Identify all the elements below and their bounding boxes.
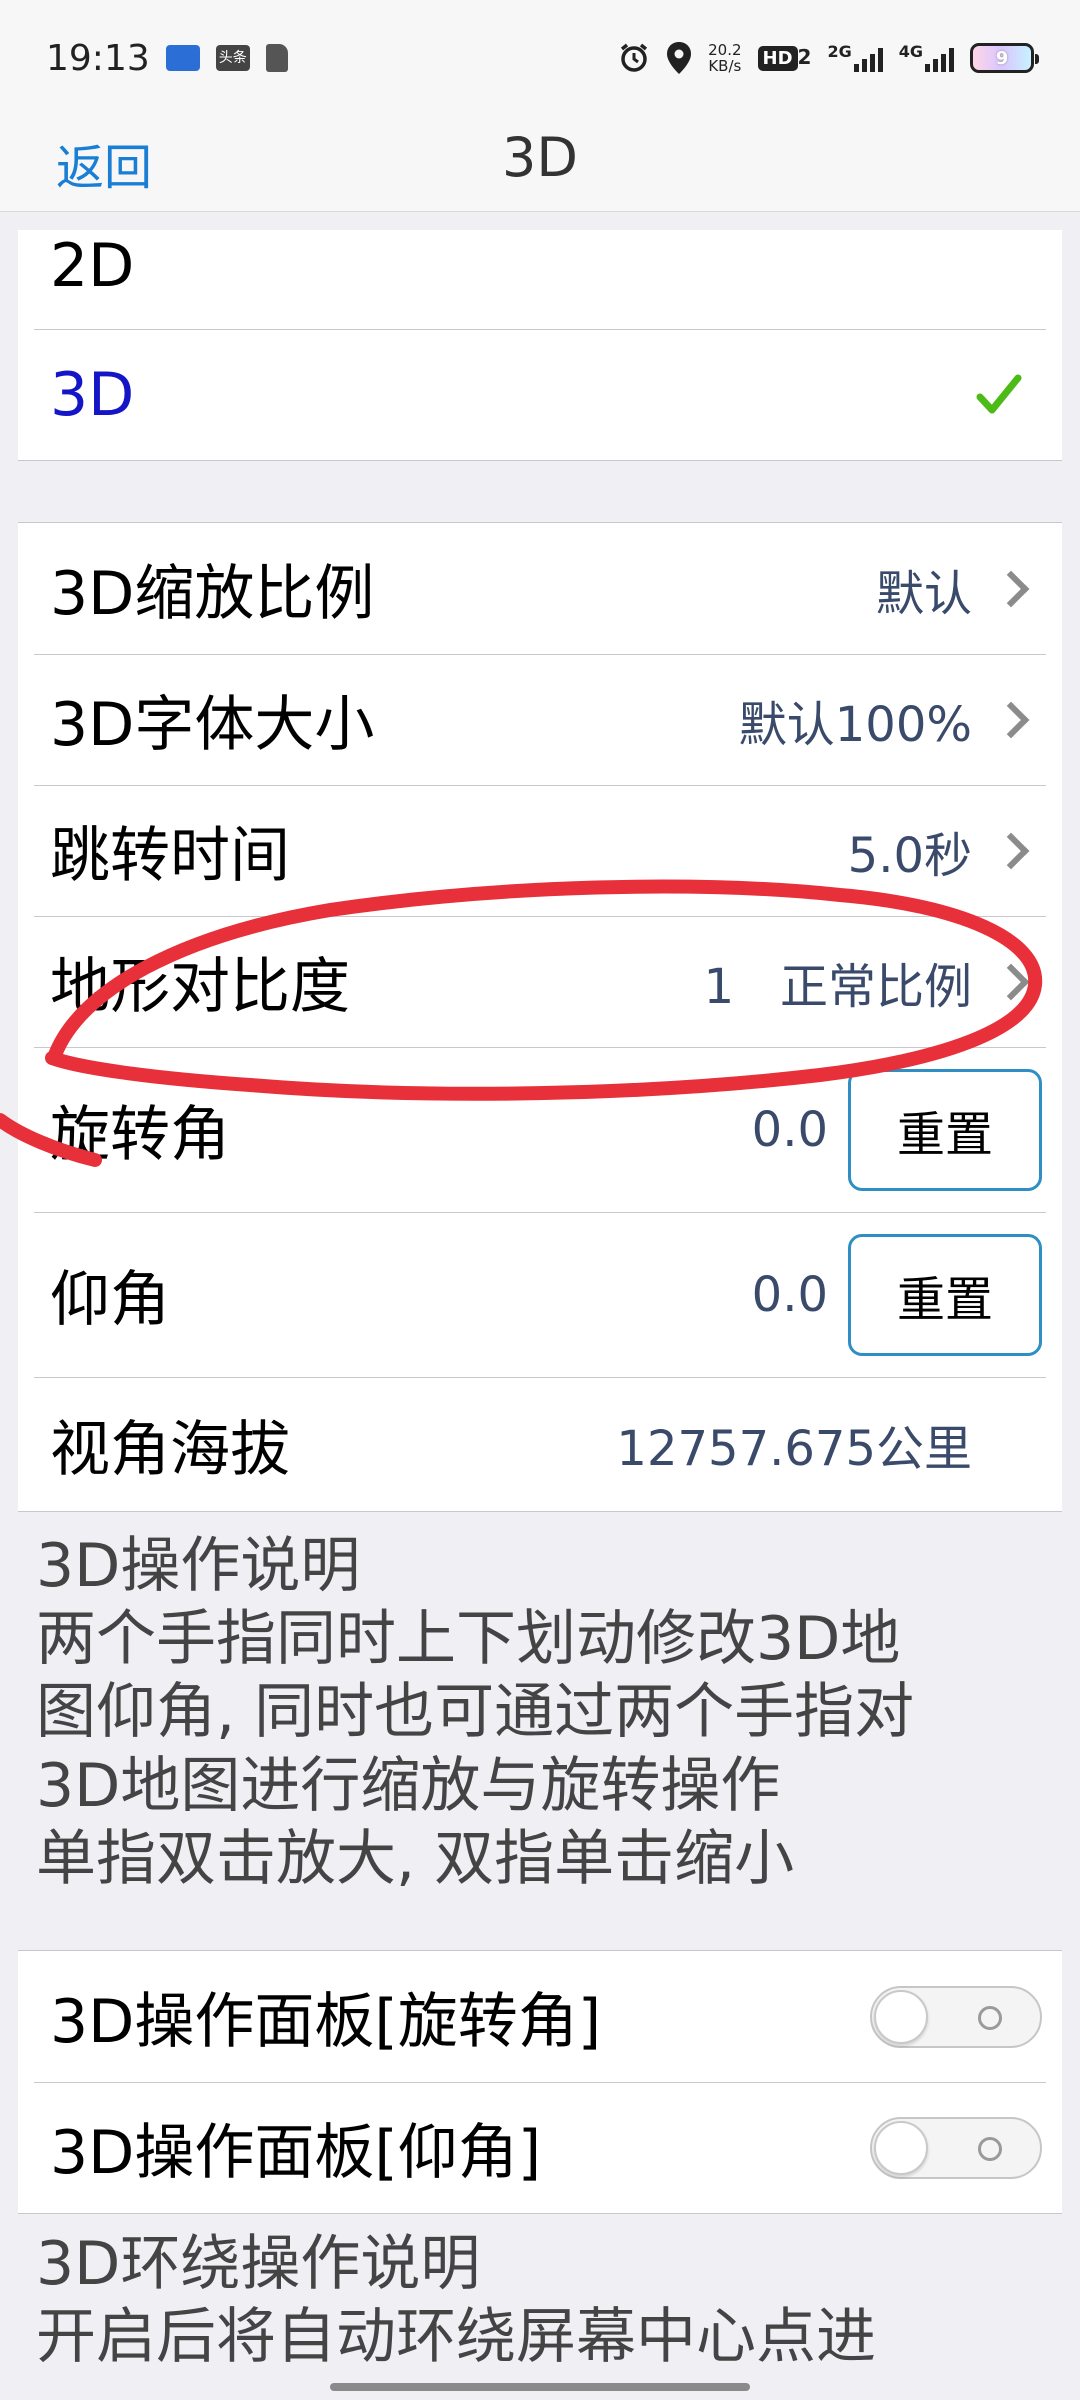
jump-time-row[interactable]: 跳转时间 5.0秒: [18, 785, 1062, 916]
battery-icon: 9: [970, 43, 1039, 73]
orbit-description-title: 3D环绕操作说明: [36, 2229, 481, 2299]
toggle-knob: [874, 1989, 928, 2044]
status-right: 20.2 KB/s HD 2 2G 4G 9: [618, 41, 1039, 75]
home-indicator: [330, 2383, 750, 2391]
car-app-icon: [165, 45, 200, 71]
mode-3d-label: 3D: [50, 359, 135, 430]
chevron-right-icon: [992, 701, 1030, 738]
location-icon: [667, 42, 692, 74]
pitch-panel-toggle[interactable]: [870, 2116, 1042, 2179]
settings-group: 3D缩放比例 默认 3D字体大小 默认100% 跳转时间 5.0秒 地形对比度 …: [18, 522, 1062, 1512]
terrain-contrast-row[interactable]: 地形对比度 1 正常比例: [18, 916, 1062, 1047]
page-title: 3D: [502, 126, 578, 189]
mode-2d-row[interactable]: 2D: [18, 230, 1062, 329]
mode-2d-label: 2D: [50, 231, 135, 301]
signal-icon: [925, 46, 954, 72]
checkmark-icon: [976, 374, 1022, 413]
pitch-label: 仰角: [50, 1265, 170, 1335]
signal-2g: 2G: [827, 44, 883, 72]
status-time: 19:13: [46, 37, 150, 79]
chevron-right-icon: [992, 832, 1030, 869]
toggle-off-icon: [978, 2136, 1002, 2161]
pitch-panel-row: 3D操作面板[仰角]: [18, 2082, 1062, 2213]
description-line: 3D地图进行缩放与旋转操作: [36, 1750, 781, 1821]
altitude-row: 视角海拔 12757.675公里: [18, 1377, 1062, 1511]
toggle-knob: [874, 2120, 928, 2175]
scale-label: 3D缩放比例: [50, 559, 375, 629]
mode-3d-row[interactable]: 3D: [18, 329, 1062, 460]
rotation-label: 旋转角: [50, 1100, 230, 1170]
network-speed: 20.2 KB/s: [708, 41, 742, 75]
chevron-right-icon: [992, 570, 1030, 607]
pitch-row: 仰角 0.0 重置: [18, 1212, 1062, 1377]
signal-icon: [853, 46, 883, 72]
jump-time-value: 5.0秒: [847, 827, 972, 884]
scale-row[interactable]: 3D缩放比例 默认: [18, 523, 1062, 654]
chevron-right-icon: [992, 963, 1030, 1000]
scale-value: 默认: [875, 565, 972, 622]
alarm-icon: [621, 43, 648, 72]
orbit-description: 3D环绕操作说明 开启后将自动环绕屏幕中心点进: [36, 2228, 1056, 2374]
hd-voice-badge: HD 2: [757, 46, 811, 71]
rotation-value: 0.0: [751, 1101, 828, 1158]
mode-group: 2D 3D: [18, 230, 1062, 461]
sim-card-icon: [265, 44, 288, 72]
font-size-row[interactable]: 3D字体大小 默认100%: [18, 654, 1062, 785]
pitch-reset-button[interactable]: 重置: [848, 1233, 1042, 1356]
pitch-value: 0.0: [751, 1266, 828, 1323]
terrain-contrast-label: 地形对比度: [50, 952, 350, 1022]
description-line: 单指双击放大, 双指单击缩小: [36, 1823, 795, 1894]
rotation-panel-row: 3D操作面板[旋转角]: [18, 1951, 1062, 2082]
rotation-panel-toggle[interactable]: [870, 1985, 1042, 2048]
altitude-value: 12757.675公里: [616, 1421, 972, 1477]
panel-group: 3D操作面板[旋转角] 3D操作面板[仰角]: [18, 1950, 1062, 2214]
rotation-panel-label: 3D操作面板[旋转角]: [50, 1987, 602, 2057]
font-size-label: 3D字体大小: [50, 690, 375, 760]
toggle-off-icon: [978, 2005, 1002, 2030]
signal-4g: 4G: [899, 44, 954, 72]
font-size-value: 默认100%: [738, 696, 972, 753]
orbit-description-line: 开启后将自动环绕屏幕中心点进: [36, 2302, 876, 2373]
description-line: 两个手指同时上下划动修改3D地: [36, 1604, 901, 1675]
rotation-reset-button[interactable]: 重置: [848, 1068, 1042, 1191]
jump-time-label: 跳转时间: [50, 821, 290, 891]
navigation-bar: 返回 3D: [0, 116, 1080, 212]
description-line: 图仰角, 同时也可通过两个手指对: [36, 1677, 915, 1748]
toutiao-app-icon: 头条: [215, 45, 250, 71]
rotation-row: 旋转角 0.0 重置: [18, 1047, 1062, 1212]
status-left: 19:13 头条: [46, 38, 288, 79]
terrain-contrast-value: 1 正常比例: [703, 958, 972, 1015]
status-bar: 19:13 头条 20.2 KB/s HD 2 2G 4G 9: [0, 0, 1080, 116]
description-title: 3D操作说明: [36, 1531, 361, 1601]
pitch-panel-label: 3D操作面板[仰角]: [50, 2118, 542, 2188]
operation-description: 3D操作说明 两个手指同时上下划动修改3D地 图仰角, 同时也可通过两个手指对 …: [36, 1530, 1056, 1896]
altitude-label: 视角海拔: [50, 1414, 290, 1485]
